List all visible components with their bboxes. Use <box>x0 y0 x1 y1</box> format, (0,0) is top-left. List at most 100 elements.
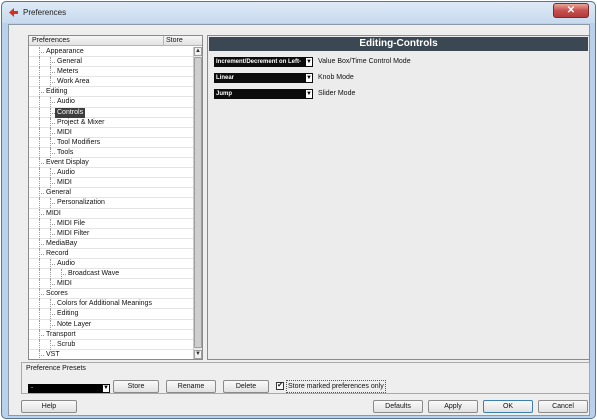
tree-item-label: Controls <box>55 107 86 118</box>
apply-button[interactable]: Apply <box>428 400 478 413</box>
tree-guide-line <box>39 228 40 239</box>
cancel-button[interactable]: Cancel <box>538 400 588 413</box>
tree-item-label: MediaBay <box>46 239 78 247</box>
tree-guide-line <box>50 269 51 280</box>
tree-item-label: MIDI <box>46 209 61 217</box>
tree-guide-line <box>39 178 40 189</box>
tree-item[interactable]: Editing <box>29 87 193 98</box>
scrollbar-thumb[interactable] <box>194 57 202 348</box>
rename-button[interactable]: Rename <box>166 380 216 393</box>
page-title: Editing-Controls <box>209 37 588 51</box>
cubase-logo-icon <box>9 8 18 17</box>
title-bar: Preferences ✕ <box>2 2 595 23</box>
tree-item-label: MIDI <box>57 128 72 136</box>
tree-guide-line <box>39 137 40 148</box>
tree-scrollbar[interactable]: ▲ ▼ <box>193 47 202 359</box>
column-divider[interactable] <box>163 36 164 46</box>
tree-guide-line <box>39 77 40 88</box>
tree-item-label: MIDI Filter <box>57 229 90 237</box>
dropdown-arrow-icon[interactable]: ▼ <box>305 57 313 67</box>
preset-dropdown[interactable]: - ▼ <box>28 384 110 393</box>
tree-item-label: General <box>46 189 71 197</box>
store-marked-checkbox[interactable]: ✔ <box>276 382 284 390</box>
tree-item[interactable]: Scores <box>29 289 193 300</box>
tree-column-preferences[interactable]: Preferences <box>32 36 70 46</box>
presets-label: Preference Presets <box>26 365 86 372</box>
tree-item[interactable]: MediaBay <box>29 238 193 249</box>
tree-guide-line <box>39 107 40 118</box>
settings-panel: Editing-Controls Increment/Decrement on … <box>207 35 590 360</box>
tree-item[interactable]: Tool Modifiers <box>29 137 193 148</box>
dropdown-arrow-icon[interactable]: ▼ <box>305 73 313 83</box>
scroll-up-arrow-icon[interactable]: ▲ <box>194 47 202 56</box>
tree-item-label: Scrub <box>57 340 76 348</box>
tree-guide-line <box>39 57 40 68</box>
ok-button[interactable]: OK <box>483 400 533 413</box>
tree-item[interactable]: MIDI <box>29 127 193 138</box>
tree-item[interactable]: Controls <box>29 107 193 118</box>
tree-item-label: Colors for Additional Meanings <box>57 300 152 308</box>
tree-item[interactable]: Transport <box>29 329 193 340</box>
tree-item[interactable]: Scrub <box>29 339 193 350</box>
tree-guide-line <box>39 339 40 350</box>
tree-item[interactable]: Editing <box>29 309 193 320</box>
tree-item[interactable]: Event Display <box>29 158 193 169</box>
store-button[interactable]: Store <box>113 380 159 393</box>
tree-item-label: Audio <box>57 259 75 267</box>
tree-item-label: Tool Modifiers <box>57 138 101 146</box>
tree-item[interactable]: MIDI Filter <box>29 228 193 239</box>
slider-mode-label: Slider Mode <box>318 90 356 97</box>
tree-item[interactable]: Appearance <box>29 47 193 58</box>
tree-item[interactable]: MIDI <box>29 279 193 290</box>
tree-column-store[interactable]: Store <box>166 36 183 46</box>
tree-item-label: Scores <box>46 290 68 298</box>
dropdown-arrow-icon[interactable]: ▼ <box>102 384 110 393</box>
scroll-down-arrow-icon[interactable]: ▼ <box>194 350 202 359</box>
dropdown-arrow-icon[interactable]: ▼ <box>305 89 313 99</box>
tree-item-label: Audio <box>57 98 75 106</box>
tree-item[interactable]: Tools <box>29 147 193 159</box>
tree-item[interactable]: MIDI File <box>29 218 193 229</box>
tree-item[interactable]: Work Area <box>29 77 193 88</box>
tree-item[interactable]: Personalization <box>29 198 193 209</box>
tree-item-label: Meters <box>57 68 79 76</box>
tree-item-label: Record <box>46 249 69 257</box>
tree-item-label: MIDI <box>57 179 72 187</box>
value-box-mode-dropdown[interactable]: Increment/Decrement on Left- ▼ <box>214 57 313 67</box>
store-marked-label[interactable]: Store marked preferences only <box>286 380 386 393</box>
window-title: Preferences <box>23 8 67 17</box>
tree-header: Preferences Store <box>29 36 202 46</box>
tree-item[interactable]: MIDI <box>29 178 193 189</box>
tree-item[interactable]: General <box>29 57 193 68</box>
tree-item[interactable]: General <box>29 188 193 199</box>
tree-item-label: VST <box>46 350 60 358</box>
tree-item-label: Work Area <box>57 78 90 86</box>
tree-item[interactable]: Audio <box>29 168 193 179</box>
preferences-window: Preferences ✕ Preferences Store Appearan… <box>1 1 596 419</box>
tree-item-label: Personalization <box>57 199 105 207</box>
knob-mode-label: Knob Mode <box>318 74 354 81</box>
close-button[interactable]: ✕ <box>553 3 589 18</box>
tree-item[interactable]: Audio <box>29 97 193 108</box>
tree-item[interactable]: Note Layer <box>29 319 193 330</box>
tree-item[interactable]: MIDI <box>29 208 193 219</box>
tree-item[interactable]: Record <box>29 248 193 259</box>
tree-item-label: Transport <box>46 330 76 338</box>
tree-item[interactable]: Meters <box>29 67 193 78</box>
tree-item[interactable]: Broadcast Wave <box>29 269 193 280</box>
tree-item[interactable]: VST <box>29 349 193 359</box>
tree-item[interactable]: Project & Mixer <box>29 117 193 128</box>
tree-item[interactable]: Audio <box>29 258 193 270</box>
defaults-button[interactable]: Defaults <box>373 400 423 413</box>
value-box-mode-label: Value Box/Time Control Mode <box>318 58 411 65</box>
tree-item[interactable]: Colors for Additional Meanings <box>29 299 193 310</box>
slider-mode-dropdown[interactable]: Jump ▼ <box>214 89 313 99</box>
delete-button[interactable]: Delete <box>223 380 269 393</box>
knob-mode-dropdown[interactable]: Linear ▼ <box>214 73 313 83</box>
help-button[interactable]: Help <box>21 400 77 413</box>
tree-guide-line <box>39 168 40 179</box>
tree-guide-line <box>39 67 40 78</box>
tree-guide-line <box>39 309 40 320</box>
tree-guide-line <box>39 218 40 229</box>
tree-item-label: Appearance <box>46 48 84 55</box>
